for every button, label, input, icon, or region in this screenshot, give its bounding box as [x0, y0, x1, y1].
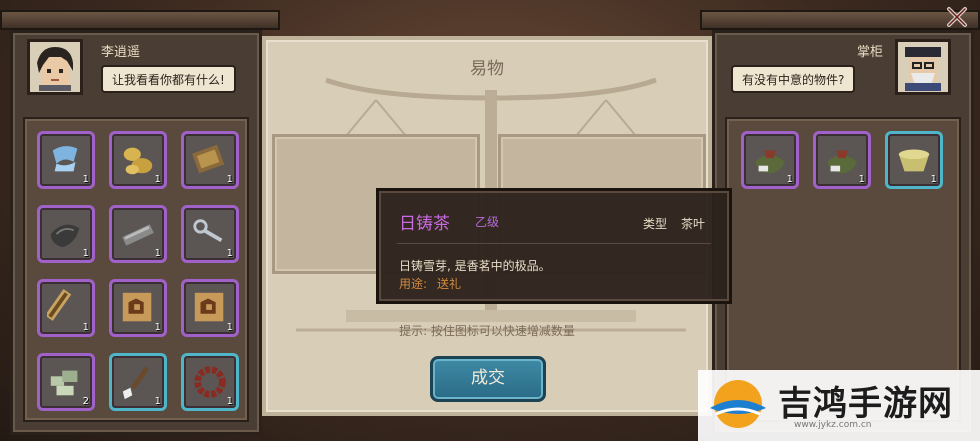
hero-portrait-icon: [37, 47, 73, 91]
item-count: 1: [154, 396, 161, 407]
black-pouch-icon: [50, 224, 80, 248]
item-count: 1: [82, 174, 89, 185]
watermark-logo-icon: [710, 380, 766, 428]
tooltip-divider: [397, 243, 711, 244]
merchant-speech-bubble: 有没有中意的物件?: [731, 65, 856, 93]
item-count: 1: [154, 174, 161, 185]
tooltip-description: 日铸雪芽, 是香茗中的极品。: [399, 259, 551, 273]
item-slot[interactable]: 2: [37, 353, 95, 411]
item-slot[interactable]: 1: [885, 131, 943, 189]
item-tooltip: 日铸茶 乙级 类型 茶叶 日铸雪芽, 是香茗中的极品。 用途: 送礼: [376, 188, 732, 304]
item-slot[interactable]: 1: [109, 353, 167, 411]
player-avatar: [27, 39, 83, 95]
merchant-name: 掌柜: [857, 45, 884, 60]
close-icon[interactable]: [944, 4, 970, 30]
tooltip-type-label: 类型: [643, 217, 668, 231]
hint-text: 提示: 按住图标可以快速增减数量: [399, 324, 575, 338]
item-slot[interactable]: 1: [109, 279, 167, 337]
item-count: 1: [930, 174, 937, 185]
item-slot[interactable]: 1: [813, 131, 871, 189]
item-count: 1: [154, 322, 161, 333]
item-slot[interactable]: 1: [109, 205, 167, 263]
iron-bar-icon: [122, 224, 154, 246]
item-count: 1: [858, 174, 865, 185]
merchant-header: 掌柜 有没有中意的物件?: [715, 33, 971, 113]
item-slot[interactable]: 1: [37, 279, 95, 337]
item-count: 1: [786, 174, 793, 185]
player-inventory: 1 1 1 1 1 1 1 1 1 2 1 1: [23, 117, 249, 422]
prayer-beads-icon: [194, 366, 226, 398]
tea-bundle-icon: [826, 150, 858, 174]
watermark-url: www.jykz.com.cn: [794, 420, 872, 430]
site-watermark: 吉鸿手游网 www.jykz.com.cn: [698, 370, 980, 441]
scroll-box-icon: [192, 144, 225, 174]
item-count: 1: [226, 322, 233, 333]
wooden-beam-left: [0, 10, 280, 30]
item-count: 1: [82, 248, 89, 259]
item-count: 1: [226, 396, 233, 407]
map-icon: [122, 292, 152, 322]
item-slot[interactable]: 1: [181, 279, 239, 337]
item-slot[interactable]: 1: [181, 353, 239, 411]
trade-title: 易物: [470, 59, 504, 79]
tooltip-use-label: 用途:: [399, 277, 428, 291]
tea-bowl-icon: [898, 149, 930, 172]
item-slot[interactable]: 1: [109, 131, 167, 189]
jade-pieces-icon: [50, 370, 78, 396]
item-count: 1: [226, 248, 233, 259]
tea-bundle-icon: [754, 150, 786, 174]
player-speech-bubble: 让我看看你都有什么!: [101, 65, 236, 93]
gold-ingot-icon: [123, 147, 153, 175]
tooltip-type-value: 茶叶: [681, 217, 706, 231]
trade-button[interactable]: 成交: [430, 356, 546, 402]
shopkeeper-portrait-icon: [905, 47, 941, 91]
tooltip-item-grade: 乙级: [475, 215, 500, 229]
key-icon: [193, 219, 223, 243]
item-slot[interactable]: 1: [181, 131, 239, 189]
tooltip-item-name: 日铸茶: [399, 214, 450, 234]
tooltip-use-value: 送礼: [437, 277, 462, 291]
merchant-avatar: [895, 39, 951, 95]
player-header: 李逍遥 让我看看你都有什么!: [13, 33, 259, 113]
player-panel: 李逍遥 让我看看你都有什么! 1 1 1 1 1 1 1 1 1 2 1 1: [10, 30, 262, 435]
cloth-icon: [52, 146, 78, 172]
bamboo-scroll-icon: [47, 289, 72, 321]
item-count: 1: [226, 174, 233, 185]
map-icon: [194, 292, 224, 322]
item-count: 1: [154, 248, 161, 259]
brush-icon: [122, 366, 150, 400]
item-count: 1: [82, 322, 89, 333]
item-count: 2: [82, 396, 89, 407]
watermark-text: 吉鸿手游网: [778, 384, 953, 424]
wooden-beam-right: [700, 10, 980, 30]
item-slot[interactable]: 1: [181, 205, 239, 263]
item-slot[interactable]: 1: [741, 131, 799, 189]
item-slot[interactable]: 1: [37, 131, 95, 189]
item-slot[interactable]: 1: [37, 205, 95, 263]
player-name: 李逍遥: [101, 45, 141, 60]
